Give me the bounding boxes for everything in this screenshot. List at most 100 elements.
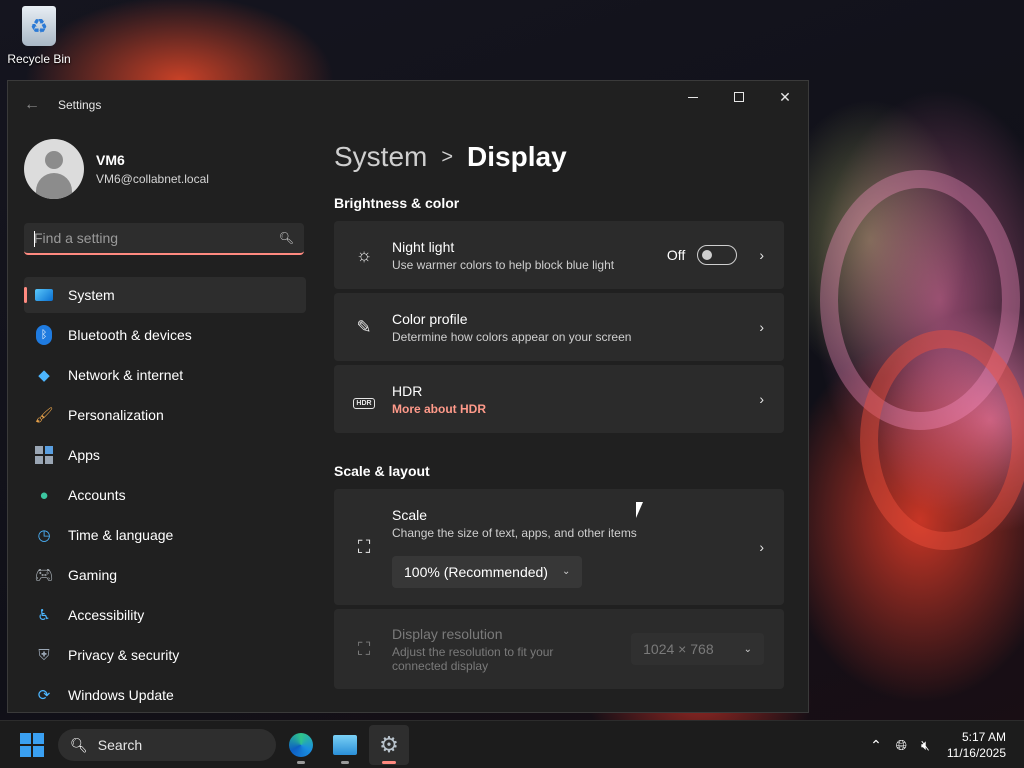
back-button[interactable]: ← [8, 81, 56, 129]
sidebar-item-accessibility[interactable]: ♿︎ Accessibility [24, 597, 306, 633]
sidebar-item-label: Accessibility [68, 607, 145, 623]
hdr-icon: HDR [352, 389, 376, 410]
settings-app-button[interactable]: ⚙ [369, 725, 409, 765]
running-indicator [297, 761, 305, 764]
taskbar-search[interactable]: 🔍︎ Search [58, 729, 276, 761]
night-light-title: Night light [392, 238, 455, 255]
gamepad-icon: 🎮︎ [34, 567, 54, 584]
scale-dropdown[interactable]: 100% (Recommended) ⌄ [392, 555, 583, 588]
wifi-icon: ◆ [38, 367, 50, 384]
page-title: Display [467, 141, 567, 172]
person-icon: ● [39, 486, 49, 504]
sidebar-item-time-language[interactable]: ◷ Time & language [24, 517, 306, 553]
minimize-button[interactable] [670, 81, 716, 113]
start-button[interactable] [20, 733, 44, 757]
edge-icon [289, 733, 313, 757]
avatar [24, 139, 84, 199]
close-button[interactable]: ✕ [762, 81, 808, 113]
clock-date: 11/16/2025 [946, 746, 1006, 760]
sidebar-item-windows-update[interactable]: ⟳ Windows Update [24, 677, 306, 712]
caption-buttons: ✕ [670, 81, 808, 113]
sidebar-item-label: Time & language [68, 527, 174, 543]
sidebar-item-label: Accounts [68, 487, 126, 503]
globe-clock-icon: ◷ [37, 527, 51, 544]
section-heading-scale: Scale & layout [334, 463, 430, 479]
recycle-bin-icon: ♻ [22, 6, 56, 46]
running-indicator [341, 761, 349, 764]
clock[interactable]: 5:17 AM 11/16/2025 [947, 729, 1006, 761]
sidebar-item-apps[interactable]: Apps [24, 437, 306, 473]
edge-app-button[interactable] [281, 725, 321, 765]
globe-icon[interactable]: 🌐︎ [896, 737, 907, 754]
clock-time: 5:17 AM [961, 730, 1006, 744]
sidebar: VM6 VM6@collabnet.local 🔍︎ System ᛒ Blue… [24, 129, 306, 712]
chevron-right-icon[interactable]: › [759, 539, 764, 555]
sidebar-nav: System ᛒ Bluetooth & devices ◆ Network &… [24, 277, 306, 712]
night-light-subtitle: Use warmer colors to help block blue lig… [392, 257, 615, 272]
taskbar-search-label: Search [97, 737, 143, 753]
profile-name: VM6 [96, 152, 125, 168]
control-panel-app-button[interactable] [325, 725, 365, 765]
control-panel-icon [333, 735, 357, 755]
maximize-icon [734, 92, 744, 102]
sidebar-item-personalization[interactable]: 🖌︎ Personalization [24, 397, 306, 433]
search-icon[interactable]: 🔍︎ [279, 231, 294, 245]
text-caret [34, 231, 35, 247]
close-icon: ✕ [779, 88, 791, 105]
chevron-down-icon: ⌄ [743, 643, 752, 655]
resolution-subtitle: Adjust the resolution to fit your connec… [392, 644, 554, 673]
apps-icon [34, 445, 54, 465]
refresh-icon: ⟳ [37, 687, 51, 704]
back-arrow-icon: ← [24, 96, 40, 113]
bluetooth-icon: ᛒ [34, 325, 54, 345]
scale-icon: ⛶ [357, 536, 371, 557]
more-about-hdr-link[interactable]: More about HDR [392, 402, 759, 416]
night-light-card[interactable]: ☼ Night light Use warmer colors to help … [334, 221, 784, 289]
sidebar-item-privacy-security[interactable]: ⛨ Privacy & security [24, 637, 306, 673]
volume-muted-icon[interactable]: 🔇︎ [921, 737, 930, 754]
minimize-icon [688, 96, 698, 98]
chevron-right-icon[interactable]: › [759, 391, 764, 407]
user-profile[interactable]: VM6 VM6@collabnet.local [24, 129, 306, 209]
resolution-icon: ⛶ [357, 638, 371, 659]
settings-search: 🔍︎ [24, 223, 304, 255]
gear-icon: ⚙ [379, 732, 399, 757]
eyedropper-icon: ✎ [356, 316, 372, 337]
search-input[interactable] [34, 230, 279, 246]
recycle-bin-shortcut[interactable]: ♻ Recycle Bin [4, 6, 74, 66]
sidebar-item-accounts[interactable]: ● Accounts [24, 477, 306, 513]
sidebar-item-bluetooth[interactable]: ᛒ Bluetooth & devices [24, 317, 306, 353]
breadcrumb-separator: > [441, 145, 454, 168]
sidebar-item-label: Gaming [68, 567, 118, 583]
night-light-toggle[interactable] [697, 245, 738, 265]
mouse-cursor-icon [636, 502, 643, 518]
breadcrumb-parent[interactable]: System [334, 141, 427, 173]
resolution-title: Display resolution [392, 625, 503, 642]
maximize-button[interactable] [716, 81, 762, 113]
resolution-dropdown: 1024 × 768 ⌄ [631, 633, 764, 665]
color-profile-card[interactable]: ✎ Color profile Determine how colors app… [334, 293, 784, 361]
night-light-toggle-state: Off [666, 247, 686, 263]
chevron-right-icon[interactable]: › [759, 319, 764, 335]
scale-subtitle: Change the size of text, apps, and other… [392, 525, 637, 540]
chevron-up-icon[interactable]: ⌃ [870, 737, 882, 754]
brush-icon: 🖌︎ [34, 407, 54, 424]
recycle-bin-label: Recycle Bin [7, 52, 71, 66]
scale-card[interactable]: ⛶ Scale Change the size of text, apps, a… [334, 489, 784, 605]
sidebar-item-label: Personalization [68, 407, 164, 423]
sidebar-item-gaming[interactable]: 🎮︎ Gaming [24, 557, 306, 593]
chevron-right-icon[interactable]: › [759, 247, 764, 263]
sidebar-item-system[interactable]: System [24, 277, 306, 313]
hdr-card[interactable]: HDR HDR More about HDR › [334, 365, 784, 433]
active-indicator [382, 761, 396, 764]
sidebar-item-label: Apps [68, 447, 100, 463]
sidebar-item-network[interactable]: ◆ Network & internet [24, 357, 306, 393]
scale-selected: 100% (Recommended) [404, 563, 548, 580]
sidebar-item-label: Windows Update [68, 687, 174, 703]
display-resolution-card: ⛶ Display resolution Adjust the resoluti… [334, 609, 784, 689]
sidebar-item-label: Network & internet [68, 367, 184, 383]
sidebar-item-label: Privacy & security [68, 647, 180, 663]
settings-window: ← Settings ✕ VM6 VM6@collabnet.local 🔍︎ … [7, 80, 809, 713]
main-content: System > Display Brightness & color ☼ Ni… [334, 129, 784, 693]
window-title: Settings [58, 98, 102, 112]
